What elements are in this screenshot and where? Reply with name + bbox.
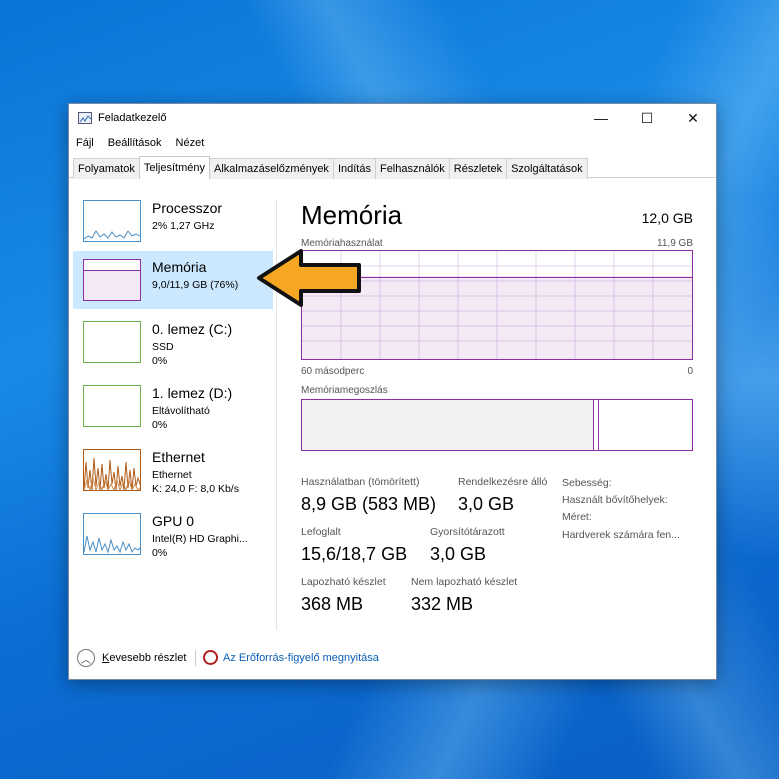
nonpaged-pool-label: Nem lapozható készlet <box>411 576 518 588</box>
composition-label: Memóriamegoszlás <box>301 385 388 396</box>
in-use-label: Használatban (tömörített) <box>301 476 420 488</box>
sidebar-item-disk-d[interactable]: 1. lemez (D:) Eltávolítható 0% <box>73 377 273 435</box>
paged-pool-value: 368 MB <box>301 594 364 614</box>
title-bar[interactable]: Feladatkezelő — ☐ ✕ <box>69 104 716 132</box>
performance-content: Processzor 2% 1,27 GHz Memória 9,0/11,9 … <box>69 178 716 630</box>
sidebar-item-cpu[interactable]: Processzor 2% 1,27 GHz <box>73 192 273 250</box>
close-button[interactable]: ✕ <box>670 104 716 132</box>
menu-bar: Fájl Beállítások Nézet <box>69 135 211 153</box>
sidebar-item-detail: Eltávolítható <box>152 405 210 417</box>
sidebar-item-detail: Ethernet <box>152 469 192 481</box>
nonpaged-pool-value: 332 MB <box>411 594 474 614</box>
usage-graph-max: 11,9 GB <box>657 238 693 249</box>
committed-label: Lefoglalt <box>301 526 341 538</box>
sidebar-item-disk-c[interactable]: 0. lemez (C:) SSD 0% <box>73 313 273 371</box>
tab-services[interactable]: Szolgáltatások <box>506 158 588 179</box>
disk-c-thumbnail-graph <box>83 321 141 363</box>
available-value: 3,0 GB <box>458 494 515 514</box>
tab-details[interactable]: Részletek <box>448 158 508 179</box>
sidebar-item-detail: 0% <box>152 547 168 559</box>
footer-separator <box>195 650 196 666</box>
paged-pool-label: Lapozható készlet <box>301 576 386 588</box>
tab-processes[interactable]: Folyamatok <box>73 158 140 179</box>
resource-monitor-icon[interactable] <box>203 650 218 665</box>
sidebar-item-detail: Intel(R) HD Graphi... <box>152 533 248 545</box>
sidebar-item-memory[interactable]: Memória 9,0/11,9 GB (76%) <box>73 251 273 309</box>
ethernet-thumbnail-graph <box>83 449 141 491</box>
time-axis-left: 60 másodperc <box>301 366 365 377</box>
cached-value: 3,0 GB <box>430 544 487 564</box>
in-use-value: 8,9 GB (583 MB) <box>301 494 437 514</box>
open-resource-monitor-link[interactable]: Az Erőforrás-figyelő megnyitása <box>223 652 379 664</box>
tab-performance[interactable]: Teljesítmény <box>138 156 210 179</box>
sidebar-item-title: 1. lemez (D:) <box>152 385 233 401</box>
window-title: Feladatkezelő <box>98 112 167 124</box>
sidebar-item-detail: SSD <box>152 341 174 353</box>
minimize-button[interactable]: — <box>578 104 624 132</box>
chevron-up-icon[interactable]: ︿ <box>77 649 95 667</box>
memory-thumbnail-graph <box>83 259 141 301</box>
tab-app-history[interactable]: Alkalmazáselőzmények <box>209 158 334 179</box>
tab-users[interactable]: Felhasználók <box>374 158 450 179</box>
speed-label: Sebesség: <box>562 477 612 489</box>
sidebar-item-title: 0. lemez (C:) <box>152 321 233 337</box>
sidebar-item-detail: K: 24,0 F: 8,0 Kb/s <box>152 483 239 495</box>
fewer-details-text: evesebb részlet <box>109 652 187 664</box>
maximize-button[interactable]: ☐ <box>624 104 670 132</box>
sidebar-item-detail: 0% <box>152 355 168 367</box>
page-title: Memória <box>301 200 403 230</box>
footer-bar: ︿ Kevesebb részlet Az Erőforrás-figyelő … <box>69 642 716 674</box>
arrow-left-icon <box>257 249 361 307</box>
committed-value: 15,6/18,7 GB <box>301 544 408 564</box>
sidebar-item-detail: 9,0/11,9 GB (76%) <box>152 279 239 291</box>
sidebar-item-ethernet[interactable]: Ethernet Ethernet K: 24,0 F: 8,0 Kb/s <box>73 441 273 499</box>
menu-options[interactable]: Beállítások <box>101 135 169 153</box>
gpu-thumbnail-graph <box>83 513 141 555</box>
menu-file[interactable]: Fájl <box>69 135 101 153</box>
memory-detail-panel: Memória 12,0 GB Memóriahasználat 11,9 GB <box>301 178 693 630</box>
sidebar-item-detail: 2% 1,27 GHz <box>152 220 215 232</box>
available-label: Rendelkezésre álló <box>458 476 548 488</box>
slots-used-label: Használt bővítőhelyek: <box>562 494 668 506</box>
disk-d-thumbnail-graph <box>83 385 141 427</box>
tab-strip: Folyamatok Teljesítmény Alkalmazáselőzmé… <box>73 156 588 179</box>
time-axis-right: 0 <box>687 366 693 377</box>
sidebar-item-title: Ethernet <box>152 449 205 465</box>
sidebar-item-title: Processzor <box>152 200 223 216</box>
resource-list: Processzor 2% 1,27 GHz Memória 9,0/11,9 … <box>73 192 273 622</box>
task-manager-icon <box>78 112 92 124</box>
form-factor-label: Méret: <box>562 511 592 523</box>
sidebar-item-title: Memória <box>152 259 207 275</box>
menu-view[interactable]: Nézet <box>169 135 212 153</box>
memory-total: 12,0 GB <box>641 210 693 226</box>
sidebar-item-detail: 0% <box>152 419 168 431</box>
hardware-reserved-label: Hardverek számára fen... <box>562 529 680 541</box>
cached-label: Gyorsítótárazott <box>430 526 505 538</box>
tab-startup[interactable]: Indítás <box>332 158 376 179</box>
fewer-details-link[interactable]: Kevesebb részlet <box>102 652 186 664</box>
sidebar-item-gpu[interactable]: GPU 0 Intel(R) HD Graphi... 0% <box>73 505 273 563</box>
sidebar-item-title: GPU 0 <box>152 513 195 529</box>
cpu-thumbnail-graph <box>83 200 141 242</box>
task-manager-window: Feladatkezelő — ☐ ✕ Fájl Beállítások Néz… <box>68 103 717 680</box>
memory-composition-bar <box>301 399 693 451</box>
